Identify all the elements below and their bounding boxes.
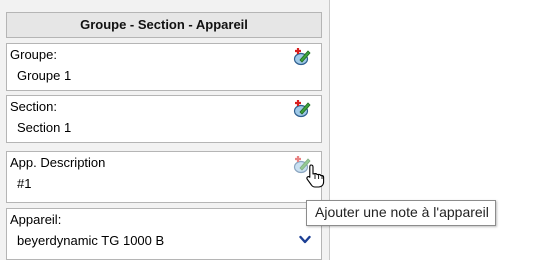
chevron-down-icon[interactable]: [299, 235, 311, 245]
field-groupe-value: Groupe 1: [17, 68, 72, 83]
tooltip: Ajouter une note à l'appareil: [306, 200, 496, 226]
field-app-description[interactable]: App. Description #1: [6, 151, 322, 203]
mouse-pointer-icon: [305, 164, 325, 188]
field-section-label: Section:: [10, 99, 57, 114]
field-groupe[interactable]: Groupe: Groupe 1: [6, 43, 322, 91]
field-groupe-label: Groupe:: [10, 47, 57, 62]
add-note-icon[interactable]: [293, 48, 311, 66]
add-note-icon[interactable]: [293, 100, 311, 118]
field-app-description-label: App. Description: [10, 155, 106, 170]
field-appareil[interactable]: Appareil: beyerdynamic TG 1000 B: [6, 208, 322, 260]
properties-panel: Groupe - Section - Appareil Groupe: Grou…: [0, 0, 330, 260]
field-app-description-value: #1: [17, 176, 32, 191]
field-section[interactable]: Section: Section 1: [6, 95, 322, 143]
field-appareil-label: Appareil:: [10, 212, 62, 227]
field-section-value: Section 1: [17, 120, 72, 135]
panel-title: Groupe - Section - Appareil: [6, 12, 322, 38]
field-appareil-value: beyerdynamic TG 1000 B: [17, 233, 165, 248]
